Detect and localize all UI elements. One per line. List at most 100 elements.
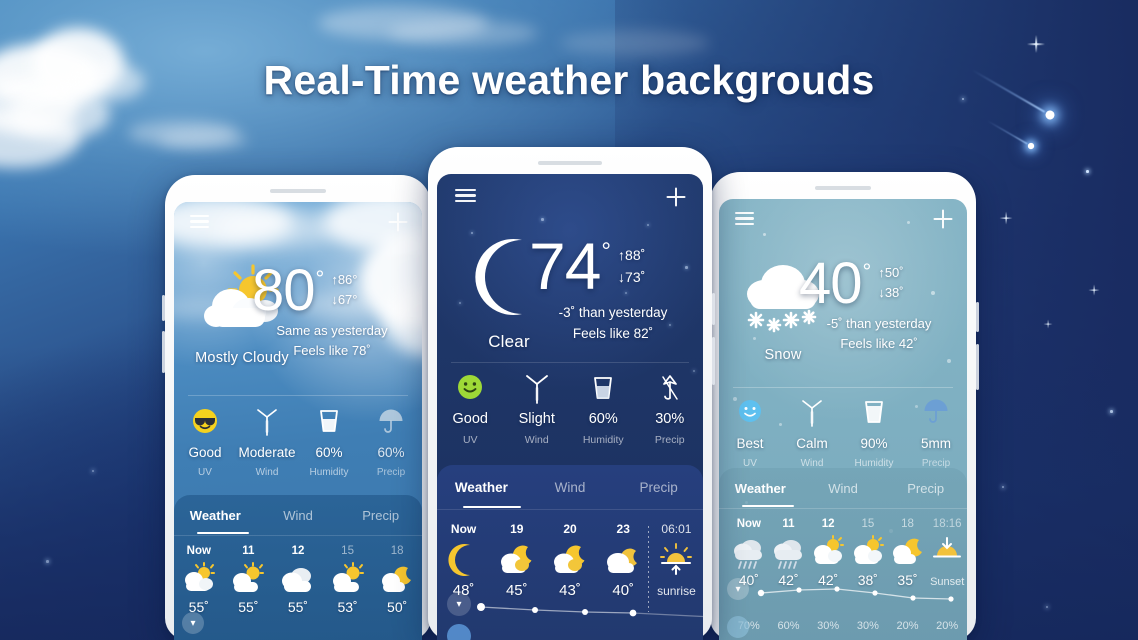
- hour-temp: 45˚: [505, 582, 528, 599]
- hour-time: 18: [901, 518, 914, 530]
- hamburger-menu-icon[interactable]: [735, 212, 754, 225]
- precip-indicator-icon: [727, 616, 749, 638]
- metric-uv[interactable]: Best UV: [719, 399, 781, 469]
- hour-item[interactable]: 18 50˚: [372, 545, 422, 615]
- hour-time: 11: [242, 545, 255, 557]
- phone-right: Snow 40 ° ↑50˚ ↓38˚ -5˚ than yesterday F…: [710, 172, 979, 640]
- phone-side-button: [162, 331, 165, 373]
- hour-item[interactable]: 12 55˚: [273, 545, 323, 615]
- hour-item[interactable]: Now 55˚: [174, 545, 224, 615]
- phone-screen-left: Mostly Cloudy 80 ° ↑86° ↓67° Same as yes…: [174, 202, 422, 640]
- sun-event-time: 06:01: [661, 522, 692, 536]
- rain-cloud-icon: [729, 536, 769, 570]
- metric-humidity[interactable]: 90% Humidity: [843, 399, 905, 469]
- high-low-temps: ↑88˚ ↓73˚: [618, 245, 645, 288]
- phone-screen-center: Clear 74 ° ↑88˚ ↓73˚ -3˚ than yesterday …: [437, 174, 703, 640]
- hour-temp: 55˚: [188, 599, 209, 615]
- tab-wind[interactable]: Wind: [802, 481, 885, 496]
- hamburger-menu-icon[interactable]: [455, 189, 476, 202]
- metric-value: 90%: [860, 436, 888, 451]
- hour-item[interactable]: 18 35˚: [888, 518, 928, 588]
- add-location-icon[interactable]: [665, 186, 687, 208]
- active-tab-indicator: [197, 531, 249, 534]
- hour-time: 12: [821, 518, 835, 530]
- metrics-row-right: Best UV Calm Wind 90% Humidity 5mm Preci…: [719, 399, 967, 469]
- precip-percent: 20%: [936, 620, 959, 632]
- tab-precip[interactable]: Precip: [884, 481, 967, 496]
- metric-precip[interactable]: 30% Precip: [637, 374, 704, 446]
- metric-value: Good: [188, 445, 222, 460]
- sunset-icon: [927, 536, 967, 570]
- hour-item[interactable]: 20 43˚: [543, 522, 596, 599]
- metric-uv[interactable]: Good UV: [174, 408, 236, 478]
- tab-wind[interactable]: Wind: [257, 508, 340, 523]
- metric-wind[interactable]: Moderate Wind: [236, 408, 298, 478]
- expand-forecast-button[interactable]: ▾: [447, 592, 471, 616]
- phone-side-button: [712, 337, 715, 385]
- metric-value: Slight: [518, 411, 555, 427]
- high-temp: ↑88˚: [618, 247, 646, 263]
- metric-value: Calm: [796, 436, 828, 451]
- star-icon: [1046, 606, 1048, 608]
- star-icon: [1110, 410, 1113, 413]
- hour-time: 20: [563, 522, 577, 536]
- current-weather-left: Mostly Cloudy 80 ° ↑86° ↓67° Same as yes…: [174, 261, 422, 404]
- metric-value: 60%: [588, 411, 618, 427]
- high-low-temps: ↑86° ↓67°: [331, 270, 357, 310]
- umbrella-icon: [360, 408, 422, 438]
- forecast-tabs-center: Weather Wind Precip: [437, 465, 703, 509]
- hour-item[interactable]: 11 42˚: [769, 518, 809, 588]
- metric-humidity[interactable]: 60% Humidity: [298, 408, 360, 478]
- metric-precip[interactable]: 5mm Precip: [905, 399, 967, 469]
- hour-item[interactable]: 19 45˚: [490, 522, 543, 599]
- phone-side-button: [976, 302, 979, 332]
- degree-symbol: °: [862, 259, 872, 284]
- hour-item[interactable]: 15 53˚: [323, 545, 373, 615]
- expand-forecast-button[interactable]: ▾: [727, 578, 749, 600]
- metric-value: Best: [736, 436, 764, 451]
- metric-value: 5mm: [921, 436, 951, 451]
- temperature-trend-line: [757, 586, 954, 602]
- hour-item[interactable]: 11 55˚: [224, 545, 274, 615]
- hamburger-menu-icon[interactable]: [190, 215, 209, 228]
- add-location-icon[interactable]: [388, 212, 408, 232]
- tab-weather[interactable]: Weather: [174, 508, 257, 523]
- forecast-tabs-left: Weather Wind Precip: [174, 495, 422, 535]
- metric-value: Moderate: [238, 445, 296, 460]
- metric-precip[interactable]: 60% Precip: [360, 408, 422, 478]
- metric-wind[interactable]: Slight Wind: [504, 374, 571, 446]
- hour-item[interactable]: 23 40˚: [597, 522, 650, 599]
- metric-humidity[interactable]: 60% Humidity: [570, 374, 637, 446]
- yesterday-comparison: -3˚ than yesterday: [558, 304, 668, 320]
- star-icon: [92, 470, 94, 472]
- add-location-icon[interactable]: [933, 209, 953, 229]
- tab-precip[interactable]: Precip: [339, 508, 422, 523]
- sun-event-item[interactable]: 06:01 sunrise: [647, 522, 703, 612]
- tab-weather[interactable]: Weather: [719, 481, 802, 496]
- current-temp-center: 74 ° ↑88˚ ↓73˚ -3˚ than yesterday Feels …: [529, 229, 697, 341]
- hour-item[interactable]: 12 42˚: [808, 518, 848, 588]
- hour-time: 18: [390, 545, 404, 557]
- tab-precip[interactable]: Precip: [614, 480, 703, 495]
- metric-uv[interactable]: Good UV: [437, 374, 504, 446]
- section-divider: [733, 387, 953, 388]
- sun-event-item[interactable]: 18:16 Sunset: [927, 518, 967, 588]
- hour-temp: 43˚: [559, 582, 581, 599]
- metric-wind[interactable]: Calm Wind: [781, 399, 843, 469]
- water-glass-icon: [843, 399, 905, 429]
- expand-forecast-button[interactable]: ▾: [182, 612, 204, 634]
- tab-wind[interactable]: Wind: [526, 480, 615, 495]
- feels-like: Feels like 78˚: [293, 343, 371, 359]
- hour-item[interactable]: 15 38˚: [848, 518, 888, 588]
- section-divider: [451, 362, 689, 363]
- hour-item[interactable]: Now 48˚: [437, 522, 490, 599]
- page-title: Real-Time weather backgrouds: [263, 57, 875, 103]
- degree-symbol: °: [601, 238, 612, 265]
- star-icon: [1002, 486, 1004, 488]
- sun-event-label: sunrise: [657, 584, 696, 598]
- current-temperature: 74: [529, 229, 601, 303]
- precip-percent: 30%: [817, 620, 840, 632]
- moon-cloud-icon: [490, 542, 543, 580]
- sun-cloud-icon: [808, 535, 848, 570]
- tab-weather[interactable]: Weather: [437, 480, 526, 495]
